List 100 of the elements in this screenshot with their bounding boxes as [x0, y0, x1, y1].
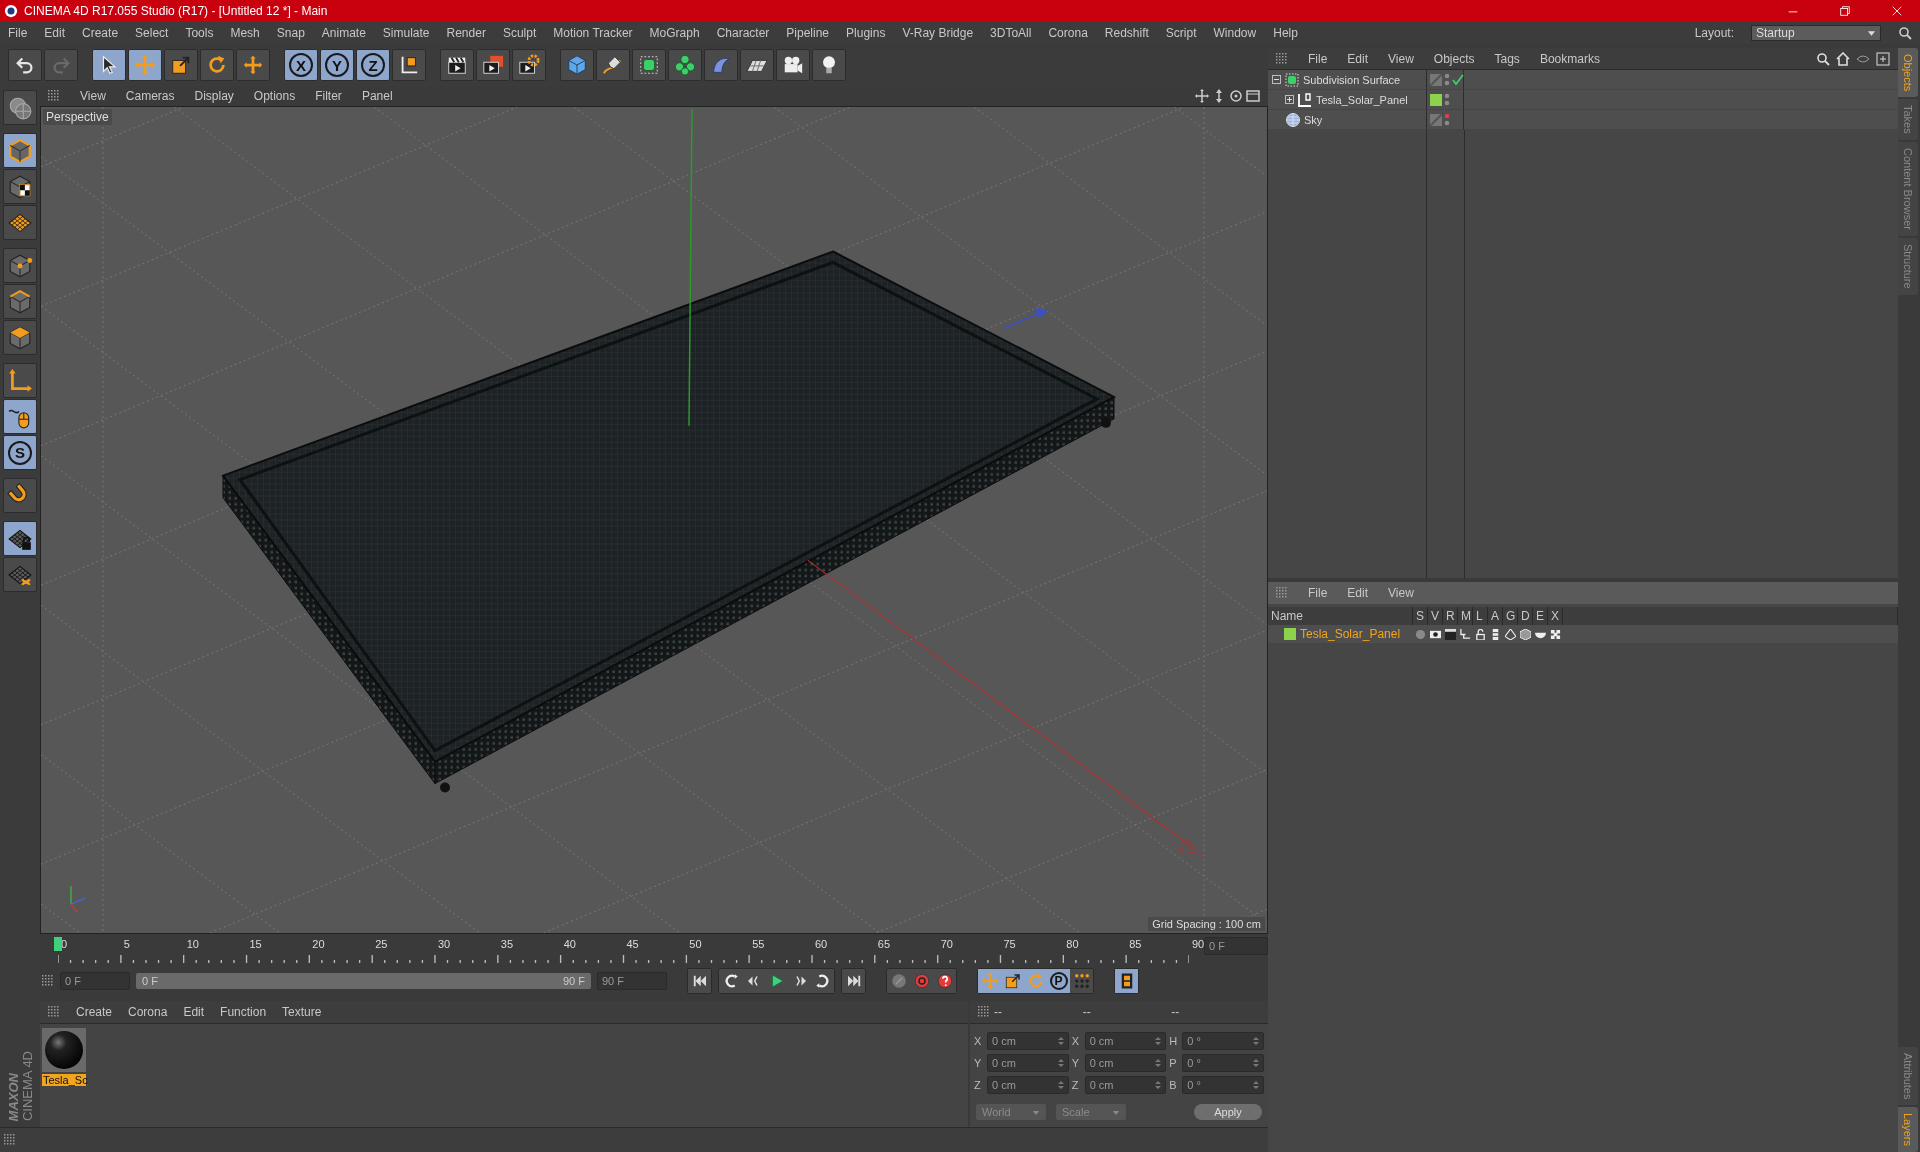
menu-item[interactable]: Script	[1165, 26, 1197, 40]
menu-item[interactable]: Texture	[282, 1005, 322, 1019]
tool-button[interactable]	[392, 49, 426, 81]
number-field[interactable]: 0 cm	[1084, 1054, 1167, 1072]
apply-button[interactable]: Apply	[1194, 1104, 1262, 1120]
maximize-icon[interactable]	[1246, 89, 1260, 103]
tool-button[interactable]	[92, 49, 126, 81]
menu-item[interactable]: View	[1388, 51, 1414, 66]
pan-view-icon[interactable]	[1195, 89, 1209, 103]
visibility-dots-icon[interactable]	[1444, 93, 1450, 106]
menu-item[interactable]: Edit	[183, 1005, 205, 1019]
tool-button[interactable]	[1115, 969, 1138, 993]
collapse-toggle[interactable]	[1272, 75, 1281, 84]
number-field[interactable]: 0 cm	[987, 1054, 1069, 1072]
tool-button[interactable]	[668, 49, 702, 81]
menu-item[interactable]: V-Ray Bridge	[902, 26, 974, 40]
menu-item[interactable]: Redshift	[1104, 26, 1149, 40]
tool-button[interactable]	[128, 49, 162, 81]
number-field[interactable]: 0 cm	[987, 1076, 1069, 1094]
tool-button[interactable]	[476, 49, 510, 81]
visibility-dots-icon[interactable]	[1444, 113, 1450, 126]
menu-item[interactable]: Filter	[315, 89, 342, 103]
menu-item[interactable]: Edit	[1347, 586, 1369, 600]
axis-toggle-button[interactable]: Y	[320, 49, 354, 81]
menu-item[interactable]: Edit	[1347, 51, 1369, 66]
menu-item[interactable]: Corona	[1048, 26, 1088, 40]
tool-button[interactable]	[3, 248, 37, 283]
menu-item[interactable]: File	[8, 26, 28, 40]
menu-item[interactable]: Sculpt	[502, 26, 537, 40]
menu-item[interactable]: Mesh	[230, 26, 260, 40]
object-name[interactable]: Tesla_Solar_Panel	[1316, 93, 1408, 106]
tool-button[interactable]	[3, 169, 37, 204]
menu-item[interactable]: Corona	[128, 1005, 168, 1019]
axis-toggle-button[interactable]: X	[284, 49, 318, 81]
menu-item[interactable]: Tags	[1494, 51, 1520, 66]
tool-button[interactable]	[3, 399, 37, 434]
object-row[interactable]: Subdivision Surface	[1268, 70, 1426, 90]
number-field[interactable]: 0 cm	[1084, 1076, 1167, 1094]
pyramid-icon[interactable]	[1505, 628, 1516, 640]
rotate-view-icon[interactable]	[1229, 89, 1243, 103]
playback-button[interactable]	[688, 969, 711, 993]
layout-dropdown[interactable]: Startup	[1751, 25, 1881, 41]
tool-button[interactable]	[3, 521, 37, 556]
menu-item[interactable]: Edit	[44, 26, 66, 40]
tool-button[interactable]	[512, 49, 546, 81]
tool-button[interactable]	[8, 49, 42, 81]
side-tab[interactable]: Layers	[1898, 1106, 1918, 1152]
layer-row[interactable]: Tesla_Solar_Panel	[1268, 625, 1898, 643]
menu-item[interactable]: Animate	[321, 26, 366, 40]
tool-button[interactable]	[632, 49, 666, 81]
hierarchy-icon[interactable]	[1460, 628, 1471, 640]
axis-toggle-button[interactable]: P	[1047, 969, 1070, 993]
tool-button[interactable]	[3, 320, 37, 355]
menu-item[interactable]: View	[1388, 586, 1414, 600]
search-icon[interactable]	[1816, 51, 1830, 66]
clapperboard-icon[interactable]	[1445, 628, 1456, 640]
frame-field[interactable]: 0 F	[1204, 937, 1268, 955]
object-name[interactable]: Sky	[1304, 113, 1323, 126]
menu-item[interactable]: File	[1308, 586, 1328, 600]
new-window-icon[interactable]	[1876, 51, 1890, 66]
number-field[interactable]: 0 °	[1182, 1032, 1264, 1050]
object-row[interactable]: Tesla_Solar_Panel	[1268, 90, 1426, 110]
expand-toggle[interactable]	[1285, 95, 1294, 104]
tool-button[interactable]	[200, 49, 234, 81]
lock-icon[interactable]	[1475, 628, 1486, 640]
menu-item[interactable]: Motion Tracker	[553, 26, 633, 40]
menu-item[interactable]: View	[80, 89, 106, 103]
menu-item[interactable]: Create	[82, 26, 119, 40]
side-tab[interactable]: Objects	[1898, 48, 1918, 98]
number-field[interactable]: 0 °	[1182, 1054, 1264, 1072]
tool-button[interactable]	[596, 49, 630, 81]
menu-item[interactable]: Create	[76, 1005, 113, 1019]
eye-icon[interactable]	[1430, 628, 1441, 640]
tool-button[interactable]	[164, 49, 198, 81]
frame-field[interactable]: 0 F	[60, 972, 130, 990]
axis-toggle-button[interactable]: S	[3, 435, 37, 470]
tool-button[interactable]	[440, 49, 474, 81]
menu-item[interactable]: Display	[194, 89, 234, 103]
menu-item[interactable]: Bookmarks	[1539, 51, 1600, 66]
menu-item[interactable]: Help	[1273, 26, 1298, 40]
number-field[interactable]: 0 °	[1182, 1076, 1264, 1094]
check-icon[interactable]	[1452, 73, 1464, 86]
tool-button[interactable]	[3, 133, 37, 168]
cube-icon[interactable]	[1520, 628, 1531, 640]
menu-item[interactable]: Function	[220, 1005, 267, 1019]
menu-item[interactable]: File	[1308, 51, 1328, 66]
tool-button[interactable]	[236, 49, 270, 81]
menu-item[interactable]: Snap	[276, 26, 305, 40]
object-row[interactable]: Sky	[1268, 110, 1426, 130]
menu-item[interactable]: Objects	[1433, 51, 1475, 66]
tool-button[interactable]	[812, 49, 846, 81]
range-slider[interactable]: 0 F 90 F	[136, 973, 591, 989]
menu-item[interactable]: Window	[1213, 26, 1257, 40]
number-field[interactable]: 0 cm	[987, 1032, 1069, 1050]
layer-name[interactable]: Tesla_Solar_Panel	[1300, 627, 1401, 641]
gear-icon[interactable]	[1550, 628, 1561, 640]
object-name[interactable]: Subdivision Surface	[1303, 73, 1401, 86]
tool-button[interactable]	[3, 205, 37, 240]
frame-field[interactable]: 90 F	[597, 972, 667, 990]
film-strip-icon[interactable]	[1490, 628, 1501, 640]
